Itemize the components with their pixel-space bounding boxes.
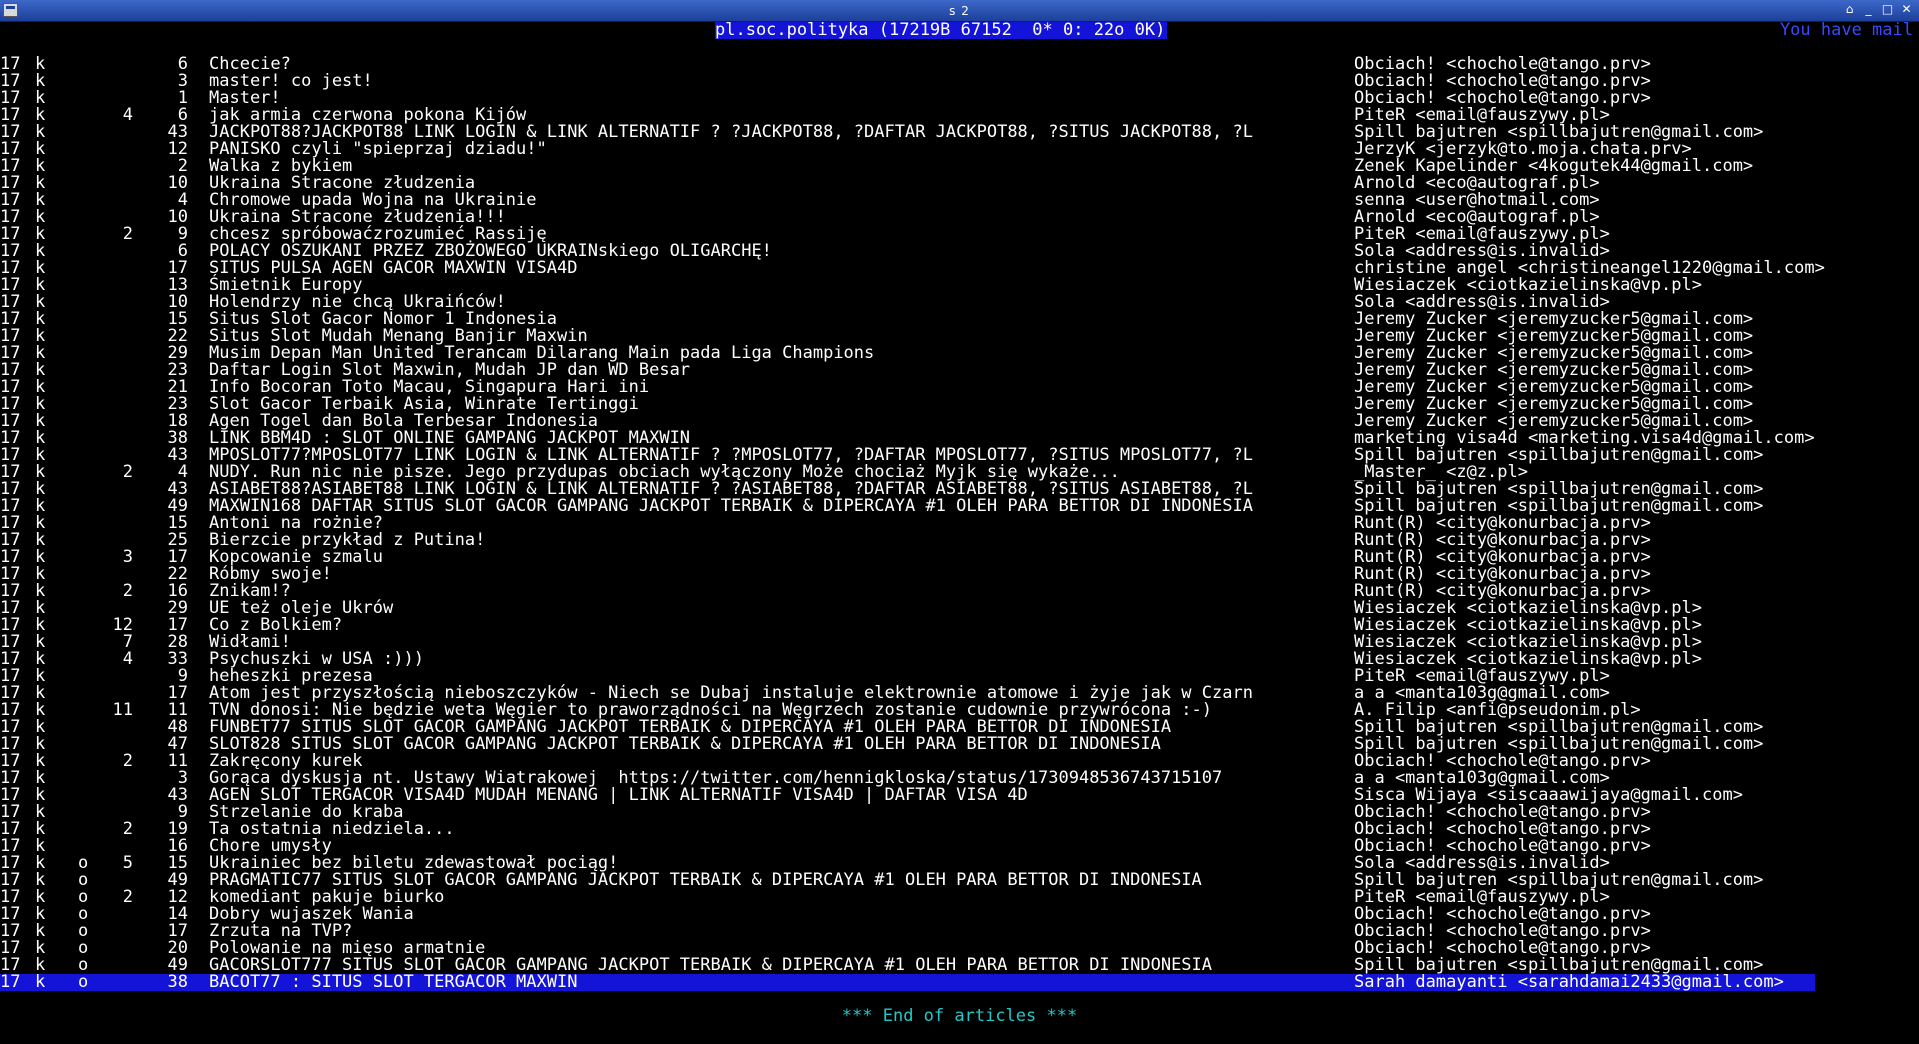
mail-notice: You have mail (1779, 22, 1913, 40)
article-row-selected[interactable]: 17 k o 38 BACOT77 : SITUS SLOT TERGACOR MAXW… (0, 974, 1815, 991)
thread-count: 11 (112, 700, 133, 720)
status-header: pl.soc.polityka (17219B 67152 0* 0: 22o … (0, 22, 1919, 39)
thread-count: 2 (122, 581, 133, 601)
size-flag: k (35, 972, 46, 992)
article-lines: 38 (167, 972, 188, 992)
line-count: 17 (0, 972, 21, 992)
group-info: pl.soc.polityka (17219B 67152 0* 0: 22o … (715, 22, 1168, 40)
thread-count: 4 (122, 105, 133, 125)
thread-count: 2 (122, 887, 133, 907)
close-icon[interactable]: ✕ (1898, 1, 1915, 18)
article-list: 17 k 6 Chcecie? Obciach! <chochole@tango.prv… (0, 56, 1919, 991)
thread-count: 3 (122, 547, 133, 567)
thread-count: 5 (122, 853, 133, 873)
thread-count: 2 (122, 462, 133, 482)
shade-icon[interactable]: ⌂ (1841, 1, 1858, 18)
thread-count: 4 (122, 649, 133, 669)
window-title: s 2 (949, 4, 970, 18)
minimize-icon[interactable]: _ (1860, 1, 1877, 18)
end-of-articles: *** End of articles *** (841, 1006, 1078, 1026)
maximize-icon[interactable]: □ (1879, 1, 1896, 18)
thread-count: 2 (122, 819, 133, 839)
read-mark: o (78, 972, 89, 992)
window-titlebar[interactable]: s 2 ⌂ _ □ ✕ (0, 0, 1919, 22)
window-controls: ⌂ _ □ ✕ (1841, 1, 1915, 18)
thread-count: 2 (122, 224, 133, 244)
article-subject: BACOT77 : SITUS SLOT TERGACOR MAXWIN (209, 972, 578, 992)
article-author: Sarah damayanti <sarahdamai2433@gmail.co… (1354, 972, 1784, 992)
thread-count: 2 (122, 751, 133, 771)
terminal[interactable]: pl.soc.polityka (17219B 67152 0* 0: 22o … (0, 22, 1919, 1044)
